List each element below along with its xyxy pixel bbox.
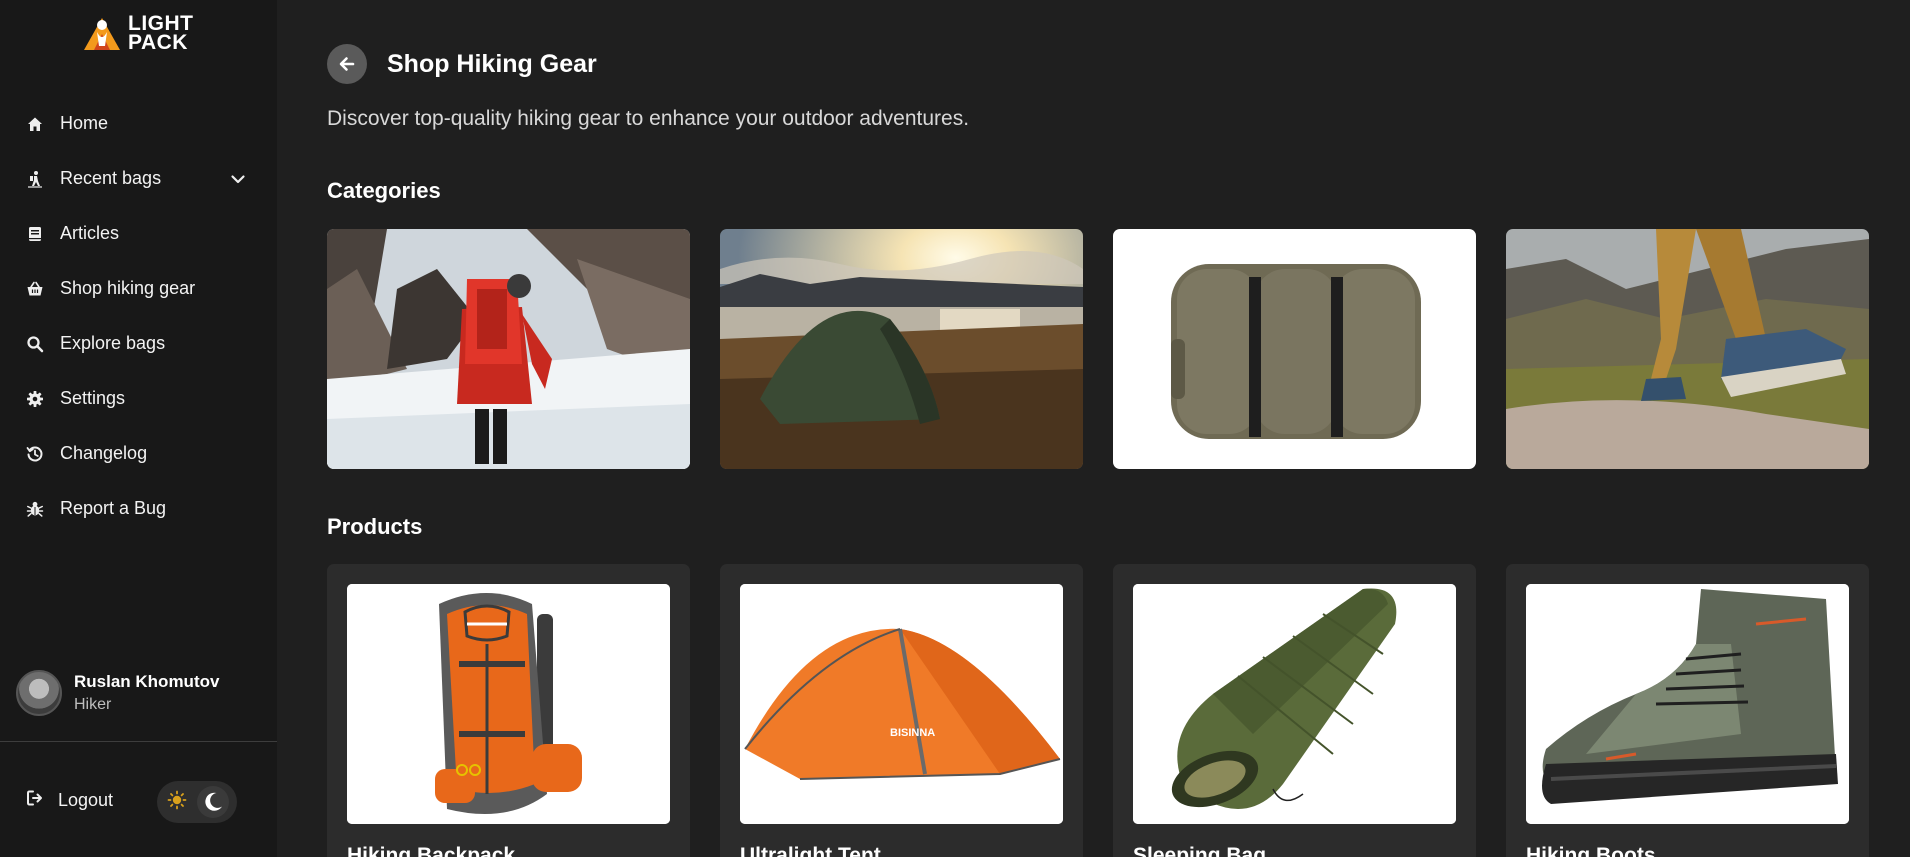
product-name: Sleeping Bag — [1133, 844, 1267, 857]
products-row: Hiking Backpack BISINNA Ultralight Tent — [327, 564, 1869, 857]
logo-line-2: PACK — [128, 31, 188, 54]
logout-label: Logout — [58, 790, 114, 810]
product-card[interactable]: BISINNA Ultralight Tent — [720, 564, 1083, 857]
avatar — [16, 670, 62, 716]
chevron-down-icon[interactable] — [229, 170, 247, 188]
orange-tent-image: BISINNA — [740, 584, 1063, 824]
nav-item-changelog[interactable]: Changelog — [0, 426, 277, 481]
products-heading: Products — [327, 514, 423, 539]
product-image — [1526, 584, 1849, 824]
home-icon — [26, 115, 44, 133]
nav-label: Changelog — [60, 443, 148, 463]
moon-icon — [197, 786, 229, 818]
nav-label: Articles — [60, 223, 120, 243]
user-role: Hiker — [74, 696, 112, 713]
page-header: Shop Hiking Gear — [327, 44, 597, 84]
sidebar-nav: Home Recent bags Articles Shop hiking ge… — [0, 96, 277, 536]
nav-item-settings[interactable]: Settings — [0, 371, 277, 426]
main-content: Shop Hiking Gear Discover top-quality hi… — [277, 0, 1910, 857]
gear-icon — [26, 390, 44, 408]
nav-item-explore-bags[interactable]: Explore bags — [0, 316, 277, 371]
hiker-mountain-image — [327, 229, 690, 469]
page-subtitle: Discover top-quality hiking gear to enha… — [327, 107, 970, 130]
category-card-boots[interactable] — [1506, 229, 1869, 469]
svg-text:BISINNA: BISINNA — [890, 727, 935, 739]
rolled-sleeping-bag-image — [1113, 229, 1476, 469]
logout-button[interactable]: Logout — [26, 789, 113, 812]
sidebar: LIGHT PACK Home Recent bags Articles Sho… — [0, 0, 277, 857]
bug-icon — [26, 500, 44, 518]
category-card-tent[interactable] — [720, 229, 1083, 469]
arrow-left-icon — [339, 57, 355, 71]
product-name: Hiking Boots — [1526, 844, 1656, 857]
nav-item-recent-bags[interactable]: Recent bags — [0, 151, 277, 206]
user-profile[interactable]: Ruslan Khomutov Hiker — [16, 670, 219, 716]
product-image — [347, 584, 670, 824]
nav-label: Report a Bug — [60, 498, 167, 518]
theme-toggle[interactable] — [157, 781, 237, 823]
logo-text: LIGHT PACK — [128, 13, 194, 54]
search-icon — [26, 335, 44, 353]
green-hiking-boot-image — [1526, 584, 1849, 824]
logout-icon — [26, 789, 44, 812]
nav-item-articles[interactable]: Articles — [0, 206, 277, 261]
page-title: Shop Hiking Gear — [387, 49, 597, 78]
logo[interactable]: LIGHT PACK — [80, 12, 194, 54]
nav-item-home[interactable]: Home — [0, 96, 277, 151]
nav-label: Recent bags — [60, 168, 162, 188]
orange-backpack-image — [347, 584, 670, 824]
product-image — [1133, 584, 1456, 824]
nav-label: Explore bags — [60, 333, 166, 353]
category-card-sleeping-bag[interactable] — [1113, 229, 1476, 469]
product-name: Ultralight Tent — [740, 844, 881, 857]
nav-label: Shop hiking gear — [60, 278, 196, 298]
nav-item-report-bug[interactable]: Report a Bug — [0, 481, 277, 536]
nav-item-shop-hiking-gear[interactable]: Shop hiking gear — [0, 261, 277, 316]
user-name: Ruslan Khomutov — [74, 672, 220, 691]
book-icon — [26, 225, 44, 243]
logo-mark-icon — [84, 18, 120, 50]
product-card[interactable]: Sleeping Bag — [1113, 564, 1476, 857]
nav-label: Home — [60, 113, 109, 133]
product-card[interactable]: Hiking Backpack — [327, 564, 690, 857]
product-card[interactable]: Hiking Boots — [1506, 564, 1869, 857]
product-image: BISINNA — [740, 584, 1063, 824]
back-button[interactable] — [327, 44, 367, 84]
hiking-boots-image — [1506, 229, 1869, 469]
tent-sunset-image — [720, 229, 1083, 469]
product-name: Hiking Backpack — [347, 844, 516, 857]
basket-icon — [26, 280, 44, 298]
sidebar-divider — [0, 741, 277, 742]
history-icon — [26, 445, 44, 463]
green-sleeping-bag-image — [1133, 584, 1456, 824]
nav-label: Settings — [60, 388, 126, 408]
categories-row — [327, 229, 1869, 469]
categories-heading: Categories — [327, 178, 441, 203]
hiker-icon — [26, 170, 44, 188]
category-card-hiker[interactable] — [327, 229, 690, 469]
sun-icon — [167, 790, 187, 815]
